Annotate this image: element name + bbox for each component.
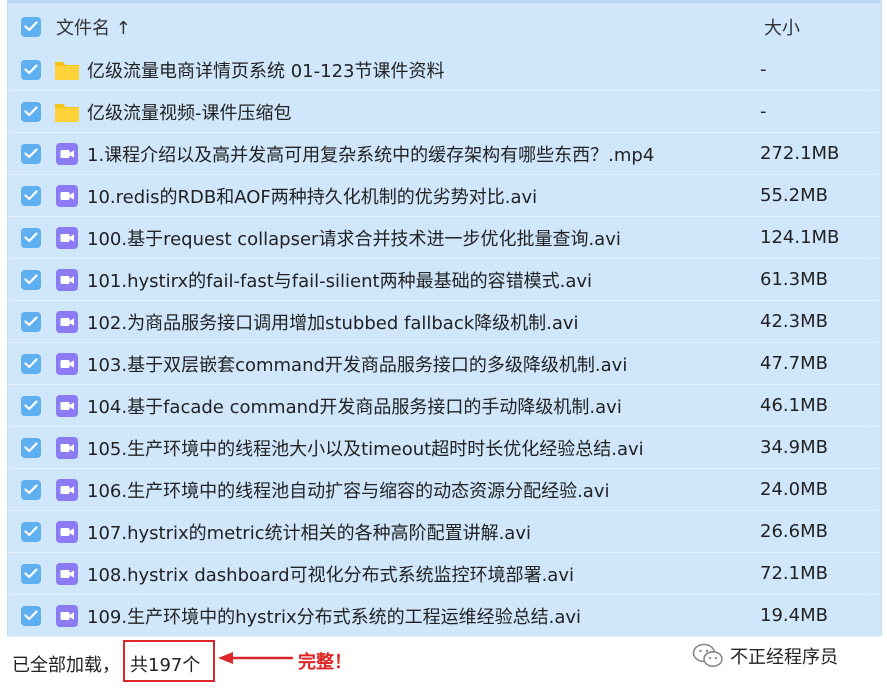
- video-file-icon: [54, 520, 80, 544]
- row-checkbox[interactable]: [21, 227, 41, 248]
- row-divider: [8, 636, 879, 637]
- watermark-text: 不正经程序员: [730, 647, 838, 668]
- wechat-icon: [692, 643, 723, 667]
- file-size: 272.1MB: [760, 143, 840, 164]
- file-name[interactable]: 10.redis的RDB和AOF两种持久化机制的优劣势对比.avi: [87, 183, 537, 209]
- file-row[interactable]: 100.基于request collapser请求合并技术进一步优化批量查询.a…: [8, 217, 879, 258]
- file-name[interactable]: 亿级流量视频-课件压缩包: [87, 99, 292, 125]
- file-row[interactable]: 106.生产环境中的线程池自动扩容与缩容的动态资源分配经验.avi 24.0MB: [8, 469, 879, 510]
- file-count-text: 共197个: [130, 655, 201, 676]
- video-file-icon: [54, 562, 80, 586]
- file-name[interactable]: 103.基于双层嵌套command开发商品服务接口的多级降级机制.avi: [87, 351, 627, 377]
- file-row[interactable]: 109.生产环境中的hystrix分布式系统的工程运维经验总结.avi 19.4M…: [8, 595, 879, 636]
- file-name[interactable]: 108.hystrix dashboard可视化分布式系统监控环境部署.avi: [87, 561, 574, 587]
- file-name[interactable]: 109.生产环境中的hystrix分布式系统的工程运维经验总结.avi: [87, 603, 581, 629]
- video-file-icon: [54, 478, 80, 502]
- folder-row[interactable]: 亿级流量视频-课件压缩包 -: [8, 91, 879, 132]
- row-checkbox[interactable]: [21, 395, 41, 416]
- file-size: 34.9MB: [760, 437, 828, 458]
- column-header-size[interactable]: 大小: [764, 14, 800, 40]
- file-size: -: [760, 101, 767, 122]
- row-checkbox[interactable]: [21, 269, 41, 290]
- file-size: 72.1MB: [760, 563, 828, 584]
- file-size: 61.3MB: [760, 269, 828, 290]
- video-file-icon: [54, 436, 80, 460]
- file-row[interactable]: 102.为商品服务接口调用增加stubbed fallback降级机制.avi 4…: [8, 301, 879, 342]
- video-file-icon: [54, 604, 80, 628]
- row-checkbox[interactable]: [21, 59, 41, 80]
- row-checkbox[interactable]: [21, 353, 41, 374]
- row-checkbox[interactable]: [21, 101, 41, 122]
- row-checkbox[interactable]: [21, 143, 41, 164]
- file-name[interactable]: 104.基于facade command开发商品服务接口的手动降级机制.avi: [87, 393, 622, 419]
- file-name[interactable]: 102.为商品服务接口调用增加stubbed fallback降级机制.avi: [87, 309, 579, 335]
- file-name[interactable]: 106.生产环境中的线程池自动扩容与缩容的动态资源分配经验.avi: [87, 477, 609, 503]
- file-size: 19.4MB: [760, 605, 828, 626]
- file-size: 42.3MB: [760, 311, 828, 332]
- video-file-icon: [54, 142, 80, 166]
- file-name[interactable]: 101.hystirx的fail-fast与fail-silient两种最基础的…: [87, 267, 592, 293]
- folder-icon: [54, 100, 80, 124]
- file-size: 55.2MB: [760, 185, 828, 206]
- video-file-icon: [54, 184, 80, 208]
- select-all-checkbox[interactable]: [21, 16, 41, 37]
- file-name[interactable]: 107.hystrix的metric统计相关的各种高阶配置讲解.avi: [87, 519, 531, 545]
- row-checkbox[interactable]: [21, 311, 41, 332]
- top-scroll-edge: [7, 0, 880, 3]
- watermark: 不正经程序员: [692, 640, 838, 672]
- file-name[interactable]: 105.生产环境中的线程池大小以及timeout超时时长优化经验总结.avi: [87, 435, 644, 461]
- file-row[interactable]: 107.hystrix的metric统计相关的各种高阶配置讲解.avi 26.6M…: [8, 511, 879, 552]
- video-file-icon: [54, 394, 80, 418]
- video-file-icon: [54, 310, 80, 334]
- video-file-icon: [54, 226, 80, 250]
- file-size: -: [760, 59, 767, 80]
- file-row[interactable]: 103.基于双层嵌套command开发商品服务接口的多级降级机制.avi 47.7…: [8, 343, 879, 384]
- file-row[interactable]: 101.hystirx的fail-fast与fail-silient两种最基础的…: [8, 259, 879, 300]
- file-row[interactable]: 104.基于facade command开发商品服务接口的手动降级机制.avi 4…: [8, 385, 879, 426]
- row-checkbox[interactable]: [21, 185, 41, 206]
- file-row[interactable]: 10.redis的RDB和AOF两种持久化机制的优劣势对比.avi 55.2MB: [8, 175, 879, 216]
- video-file-icon: [54, 352, 80, 376]
- folder-row[interactable]: 亿级流量电商详情页系统 01-123节课件资料 -: [8, 49, 879, 90]
- arrow-icon: [218, 652, 293, 664]
- column-header-name[interactable]: 文件名 ↑: [56, 14, 131, 40]
- header-row: 文件名 ↑ 大小: [8, 6, 879, 47]
- file-row[interactable]: 108.hystrix dashboard可视化分布式系统监控环境部署.avi 7…: [8, 553, 879, 594]
- file-size: 124.1MB: [760, 227, 840, 248]
- file-name[interactable]: 100.基于request collapser请求合并技术进一步优化批量查询.a…: [87, 225, 621, 251]
- file-row[interactable]: 105.生产环境中的线程池大小以及timeout超时时长优化经验总结.avi 34…: [8, 427, 879, 468]
- folder-icon: [54, 58, 80, 82]
- file-size: 47.7MB: [760, 353, 828, 374]
- row-checkbox[interactable]: [21, 563, 41, 584]
- file-size: 46.1MB: [760, 395, 828, 416]
- complete-annotation: 完整！: [298, 652, 352, 673]
- file-size: 26.6MB: [760, 521, 828, 542]
- load-status-text: 已全部加载，: [12, 655, 120, 676]
- row-checkbox[interactable]: [21, 605, 41, 626]
- row-checkbox[interactable]: [21, 521, 41, 542]
- file-size: 24.0MB: [760, 479, 828, 500]
- file-row[interactable]: 1.课程介绍以及高并发高可用复杂系统中的缓存架构有哪些东西？.mp4 272.1M…: [8, 133, 879, 174]
- video-file-icon: [54, 268, 80, 292]
- row-checkbox[interactable]: [21, 437, 41, 458]
- file-name[interactable]: 1.课程介绍以及高并发高可用复杂系统中的缓存架构有哪些东西？.mp4: [87, 141, 654, 167]
- file-name[interactable]: 亿级流量电商详情页系统 01-123节课件资料: [87, 57, 444, 83]
- row-checkbox[interactable]: [21, 479, 41, 500]
